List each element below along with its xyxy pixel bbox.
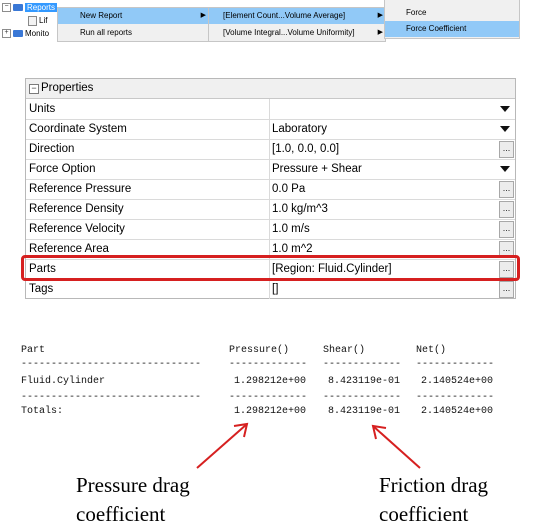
pressure-arrow [196,423,248,469]
friction-drag-label-line2: coefficient [379,502,469,526]
pressure-drag-label-line2: coefficient [76,502,166,526]
friction-drag-label-line1: Friction drag [379,473,489,497]
friction-arrow [372,425,421,469]
pressure-drag-label-line1: Pressure drag [76,473,190,497]
annotation-arrows [196,422,421,469]
